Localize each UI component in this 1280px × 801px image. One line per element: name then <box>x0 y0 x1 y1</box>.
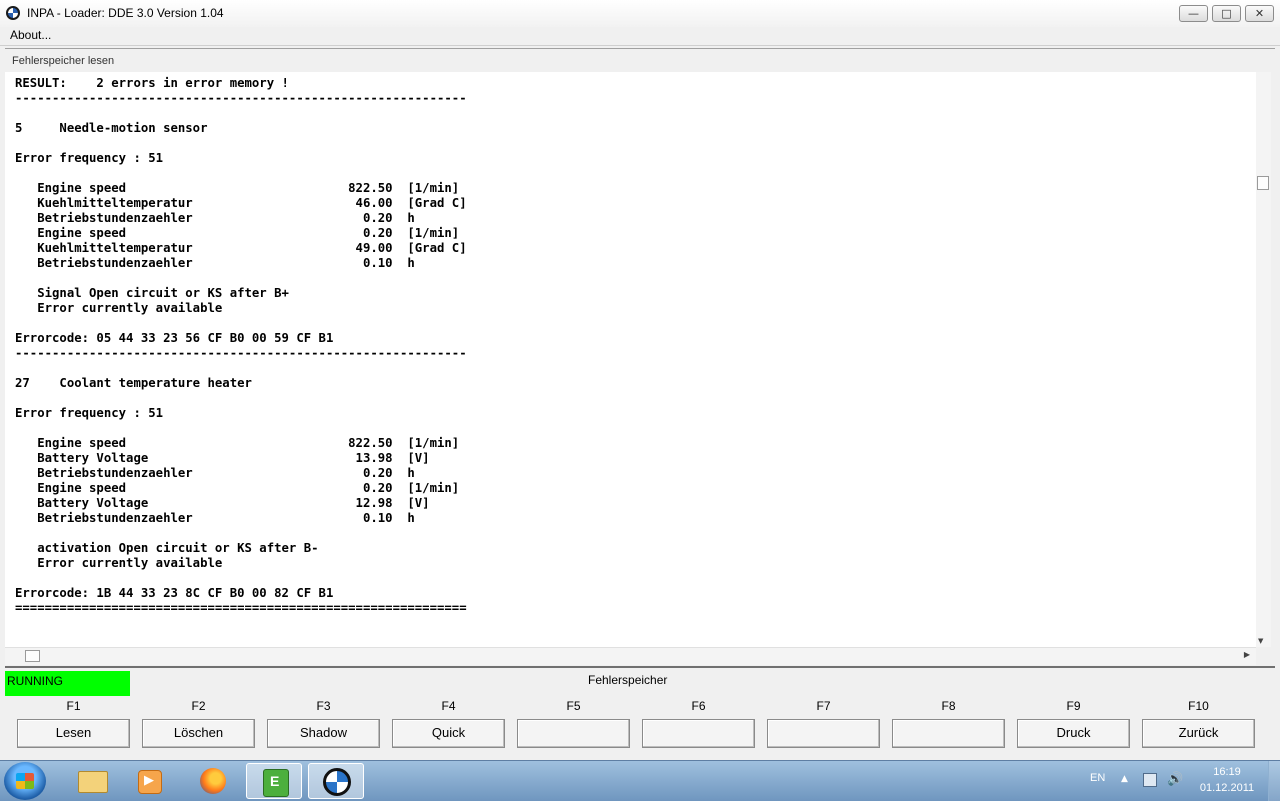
bmw-logo-icon <box>323 768 351 796</box>
window-title: INPA - Loader: DDE 3.0 Version 1.04 <box>27 6 224 20</box>
fkey-label-f3: F3 <box>316 699 331 713</box>
fkey-button-f10[interactable]: Zurück <box>1142 719 1255 748</box>
taskbar-ediabas[interactable] <box>246 763 302 799</box>
bmw-app-icon <box>6 6 20 20</box>
taskbar: EN ▲ 🔊 16:19 01.12.2011 <box>0 760 1280 801</box>
fkey-button-f7[interactable] <box>767 719 880 748</box>
close-icon: ✕ <box>1254 7 1265 20</box>
menu-bar: About... <box>0 27 1280 46</box>
horizontal-scrollbar[interactable]: ▶ <box>5 647 1256 665</box>
clock-time[interactable]: 16:19 <box>1203 766 1251 778</box>
fkey-button-f5[interactable] <box>517 719 630 748</box>
fkey-button-f3[interactable]: Shadow <box>267 719 380 748</box>
taskbar-explorer[interactable] <box>62 763 118 799</box>
menu-item-about[interactable]: About... <box>10 28 51 42</box>
network-icon[interactable] <box>1143 773 1157 787</box>
windows-logo-icon <box>16 773 34 789</box>
fkey-label-f4: F4 <box>441 699 456 713</box>
firefox-icon <box>200 768 226 794</box>
horizontal-scroll-thumb[interactable] <box>25 650 40 662</box>
fkey-button-f4[interactable]: Quick <box>392 719 505 748</box>
fkey-button-f6[interactable] <box>642 719 755 748</box>
fkey-button-f1[interactable]: Lesen <box>17 719 130 748</box>
show-hidden-icons-icon[interactable]: ▲ <box>1121 774 1128 784</box>
show-desktop-button[interactable] <box>1268 761 1280 801</box>
taskbar-firefox[interactable] <box>184 763 240 799</box>
fkey-button-f9[interactable]: Druck <box>1017 719 1130 748</box>
maximize-button[interactable]: □ <box>1212 5 1241 22</box>
status-text: RUNNING <box>7 674 63 688</box>
vertical-scrollbar[interactable]: ▼ <box>1256 72 1271 647</box>
status-area: RUNNING Fehlerspeicher F1 Lesen F2 Löschen F… <box>5 666 1275 760</box>
scroll-down-arrow-icon[interactable]: ▼ <box>1258 637 1263 645</box>
screen-title: Fehlerspeicher <box>588 673 668 687</box>
close-button[interactable]: ✕ <box>1245 5 1274 22</box>
clock-date[interactable]: 01.12.2011 <box>1197 782 1257 794</box>
section-header: Fehlerspeicher lesen <box>5 48 1275 73</box>
window-titlebar: INPA - Loader: DDE 3.0 Version 1.04 — □ … <box>0 0 1280 28</box>
start-button[interactable] <box>4 762 46 800</box>
fkey-label-f1: F1 <box>66 699 81 713</box>
error-memory-output: RESULT: 2 errors in error memory ! -----… <box>15 76 467 615</box>
taskbar-inpa[interactable] <box>308 763 364 799</box>
folder-icon <box>78 771 108 793</box>
language-indicator[interactable]: EN <box>1090 772 1105 784</box>
fkey-button-f8[interactable] <box>892 719 1005 748</box>
fkey-label-f6: F6 <box>691 699 706 713</box>
scroll-right-arrow-icon[interactable]: ▶ <box>1244 650 1250 659</box>
minimize-icon: — <box>1188 7 1199 20</box>
fkey-label-f9: F9 <box>1066 699 1081 713</box>
taskbar-media-player[interactable] <box>120 763 176 799</box>
fkey-label-f5: F5 <box>566 699 581 713</box>
fkey-label-f2: F2 <box>191 699 206 713</box>
vertical-scroll-thumb[interactable] <box>1257 176 1269 190</box>
fkey-label-f8: F8 <box>941 699 956 713</box>
fkey-label-f10: F10 <box>1188 699 1209 713</box>
fkey-button-f2[interactable]: Löschen <box>142 719 255 748</box>
volume-icon[interactable]: 🔊 <box>1167 772 1183 787</box>
fkey-label-f7: F7 <box>816 699 831 713</box>
output-text-area[interactable]: RESULT: 2 errors in error memory ! -----… <box>5 72 1256 647</box>
maximize-icon: □ <box>1221 7 1232 20</box>
media-player-icon <box>138 770 162 794</box>
ediabas-icon <box>263 769 289 797</box>
status-badge: RUNNING <box>5 671 130 696</box>
minimize-button[interactable]: — <box>1179 5 1208 22</box>
section-title: Fehlerspeicher lesen <box>12 55 115 67</box>
